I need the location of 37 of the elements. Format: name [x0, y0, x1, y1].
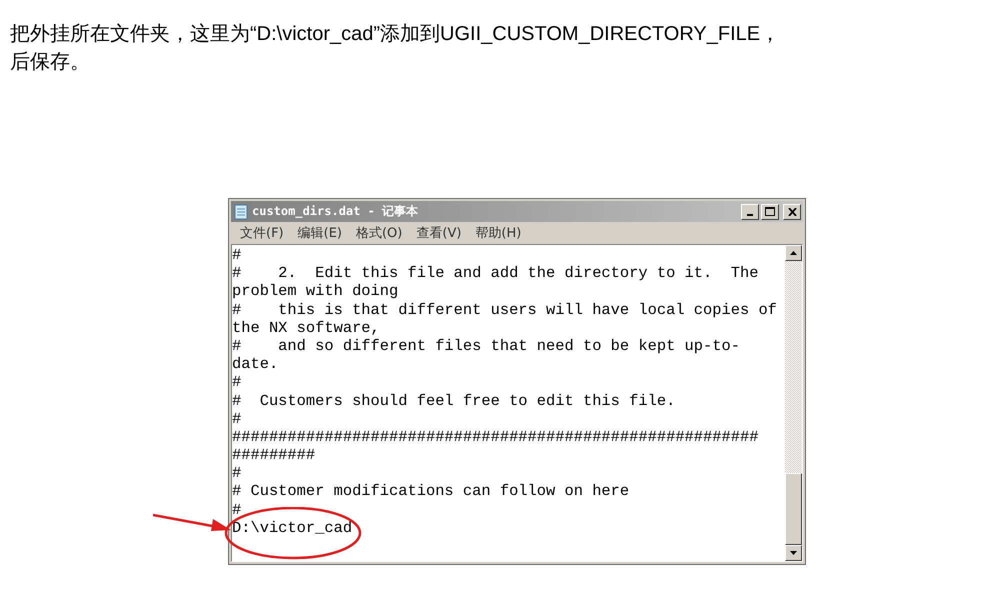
text-line: D:\victor_cad — [232, 518, 354, 537]
text-line: # — [232, 464, 242, 482]
text-line: # and so different files that need to be kept up-to- — [232, 336, 741, 356]
close-button[interactable] — [783, 204, 801, 220]
instruction-text: 把外挂所在文件夹，这里为“D:\victor_cad”添加到UGII_CUSTOM_DIRECTORY_FILE， — [10, 22, 782, 47]
text-line: # — [232, 410, 242, 428]
scroll-up-button[interactable] — [785, 245, 802, 261]
scroll-down-button[interactable] — [785, 545, 802, 561]
maximize-icon — [765, 207, 775, 216]
text-line: # Customer modifications can follow on here — [232, 482, 630, 501]
text-line: # this is that different users will have local copies of — [232, 300, 778, 319]
scroll-thumb[interactable] — [785, 473, 802, 545]
close-icon — [788, 208, 796, 216]
text-line: date. — [232, 355, 280, 374]
menu-item[interactable]: 编辑(E) — [290, 224, 349, 242]
down-arrow-icon — [790, 551, 797, 555]
maximize-button[interactable] — [761, 204, 779, 220]
notepad-icon — [233, 204, 249, 220]
text-line: problem with doing — [232, 282, 400, 301]
text-line: the NX software, — [232, 318, 381, 337]
text-line: # 2. Edit this file and add the directory to it. The — [232, 264, 760, 282]
minimize-icon — [747, 214, 753, 216]
menu-item[interactable]: 查看(V) — [409, 224, 468, 242]
text-line: # — [232, 373, 242, 392]
minimize-button[interactable] — [741, 204, 759, 220]
window-title: custom_dirs.dat - 记事本 — [252, 203, 418, 220]
text-line: ######################################################### — [232, 428, 760, 446]
text-line: # — [232, 246, 242, 264]
menu-item[interactable]: 格式(O) — [348, 224, 410, 242]
scrollbar[interactable] — [785, 245, 802, 561]
text-line: # Customers should feel free to edit this file. — [232, 392, 676, 410]
text-line: # — [232, 500, 242, 519]
text-line: ######### — [232, 446, 316, 464]
menu-item[interactable]: 文件(F) — [233, 224, 291, 242]
instruction-text: 后保存。 — [10, 50, 91, 75]
up-arrow-icon — [790, 251, 797, 255]
menu-item[interactable]: 帮助(H) — [468, 224, 528, 242]
